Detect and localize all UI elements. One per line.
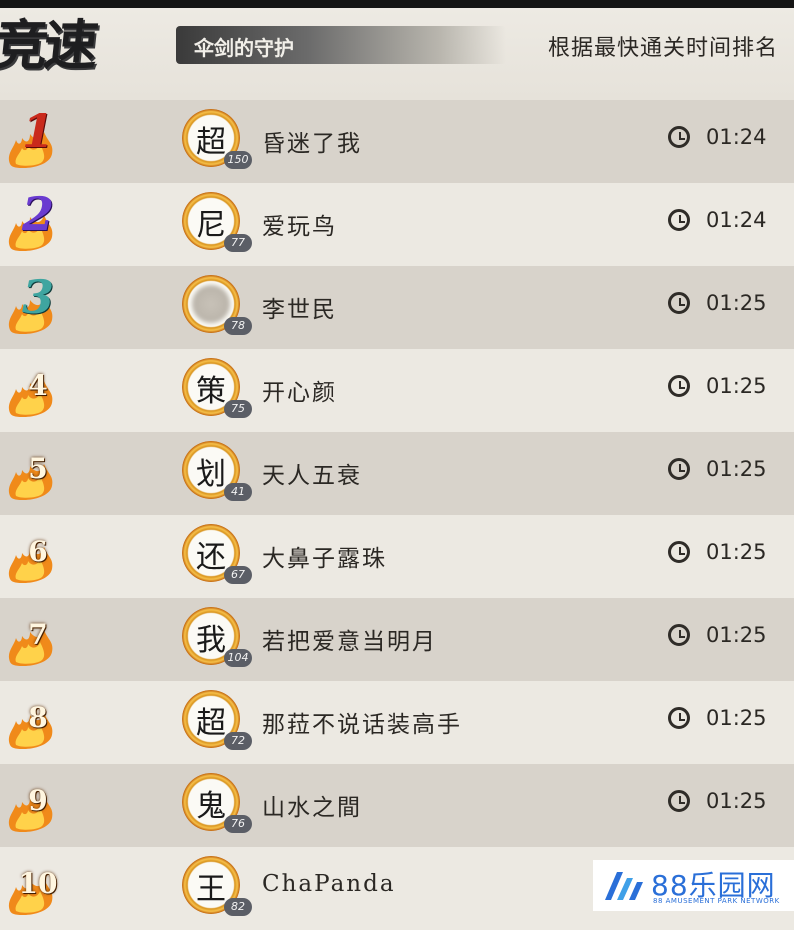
clock-icon bbox=[668, 458, 690, 480]
clear-time-value: 01:24 bbox=[706, 125, 767, 149]
site-watermark: 88乐园网 88 AMUSEMENT PARK NETWORK bbox=[593, 860, 794, 911]
clear-time: 01:24 bbox=[668, 125, 788, 156]
clock-icon bbox=[668, 624, 690, 646]
ranking-row[interactable]: 5 划 41 天人五衰 01:25 bbox=[0, 432, 794, 515]
clear-time: 01:25 bbox=[668, 457, 788, 488]
rank-number: 6 bbox=[28, 535, 48, 568]
clear-time-value: 01:24 bbox=[706, 208, 767, 232]
rank-number: 3 bbox=[21, 270, 54, 324]
level-badge: 72 bbox=[224, 732, 252, 750]
rank-number: 7 bbox=[28, 618, 48, 651]
ranking-row[interactable]: 6 还 67 大鼻子露珠 01:25 bbox=[0, 515, 794, 598]
level-badge: 67 bbox=[224, 566, 252, 584]
ranking-row[interactable]: 1 超 150 昏迷了我 01:24 bbox=[0, 100, 794, 183]
avatar[interactable]: 我 104 bbox=[182, 607, 252, 675]
ranking-row[interactable]: 9 鬼 76 山水之間 01:25 bbox=[0, 764, 794, 847]
level-badge: 77 bbox=[224, 234, 252, 252]
ranking-row[interactable]: 4 策 75 开心颜 01:25 bbox=[0, 349, 794, 432]
clear-time: 01:25 bbox=[668, 623, 788, 654]
avatar[interactable]: 78 bbox=[182, 275, 252, 343]
clear-time-value: 01:25 bbox=[706, 374, 767, 398]
avatar[interactable]: 尼 77 bbox=[182, 192, 252, 260]
level-badge: 150 bbox=[224, 151, 252, 169]
88-logo-icon bbox=[605, 872, 643, 900]
clear-time: 01:25 bbox=[668, 540, 788, 571]
clear-time: 01:25 bbox=[668, 291, 788, 322]
level-badge: 75 bbox=[224, 400, 252, 418]
dungeon-name-tab[interactable]: 伞剑的守护 bbox=[176, 26, 506, 64]
ranking-list: 1 超 150 昏迷了我 01:24 2 尼 77 爱玩鸟 01:24 3 78 李世民 01:25 4 策 7… bbox=[0, 100, 794, 930]
clear-time: 01:25 bbox=[668, 789, 788, 820]
top-edge-bar bbox=[0, 0, 794, 8]
clear-time-value: 01:25 bbox=[706, 789, 767, 813]
rank-number: 9 bbox=[28, 784, 48, 817]
level-badge: 104 bbox=[224, 649, 252, 667]
player-name: 天人五衰 bbox=[262, 463, 362, 489]
avatar[interactable]: 王 82 bbox=[182, 856, 252, 924]
rank-number: 10 bbox=[18, 867, 58, 900]
rank-number: 1 bbox=[21, 104, 54, 158]
rank-number: 8 bbox=[28, 701, 48, 734]
player-name: 昏迷了我 bbox=[262, 131, 362, 157]
clear-time-value: 01:25 bbox=[706, 457, 767, 481]
sort-description: 根据最快通关时间排名 bbox=[548, 36, 779, 61]
avatar[interactable]: 还 67 bbox=[182, 524, 252, 592]
clear-time-value: 01:25 bbox=[706, 540, 767, 564]
clock-icon bbox=[668, 209, 690, 231]
clock-icon bbox=[668, 126, 690, 148]
avatar-blurred-image bbox=[192, 285, 230, 323]
clear-time: 01:24 bbox=[668, 208, 788, 239]
clock-icon bbox=[668, 375, 690, 397]
avatar[interactable]: 划 41 bbox=[182, 441, 252, 509]
clear-time-value: 01:25 bbox=[706, 706, 767, 730]
player-name: ChaPanda bbox=[262, 871, 396, 897]
clear-time-value: 01:25 bbox=[706, 623, 767, 647]
clock-icon bbox=[668, 790, 690, 812]
level-badge: 76 bbox=[224, 815, 252, 833]
rank-number: 5 bbox=[28, 452, 48, 485]
player-name: 山水之間 bbox=[262, 795, 362, 821]
clock-icon bbox=[668, 541, 690, 563]
level-badge: 82 bbox=[224, 898, 252, 916]
leaderboard-header: 竞速 伞剑的守护 根据最快通关时间排名 bbox=[0, 8, 794, 100]
clock-icon bbox=[668, 707, 690, 729]
clear-time: 01:25 bbox=[668, 706, 788, 737]
watermark-tagline: 88 AMUSEMENT PARK NETWORK bbox=[653, 897, 780, 905]
player-name: 大鼻子露珠 bbox=[262, 546, 387, 572]
rank-number: 4 bbox=[28, 369, 48, 402]
avatar[interactable]: 超 72 bbox=[182, 690, 252, 758]
dungeon-name: 伞剑的守护 bbox=[194, 36, 294, 60]
leaderboard-title: 竞速 bbox=[0, 13, 98, 77]
rank-number: 2 bbox=[21, 187, 54, 241]
ranking-row[interactable]: 7 我 104 若把爱意当明月 01:25 bbox=[0, 598, 794, 681]
level-badge: 78 bbox=[224, 317, 252, 335]
avatar[interactable]: 超 150 bbox=[182, 109, 252, 177]
ranking-row[interactable]: 2 尼 77 爱玩鸟 01:24 bbox=[0, 183, 794, 266]
clear-time-value: 01:25 bbox=[706, 291, 767, 315]
ranking-row[interactable]: 3 78 李世民 01:25 bbox=[0, 266, 794, 349]
clock-icon bbox=[668, 292, 690, 314]
player-name: 李世民 bbox=[262, 297, 337, 323]
ranking-row[interactable]: 8 超 72 那菈不说话装高手 01:25 bbox=[0, 681, 794, 764]
level-badge: 41 bbox=[224, 483, 252, 501]
player-name: 开心颜 bbox=[262, 380, 337, 406]
player-name: 若把爱意当明月 bbox=[262, 629, 437, 655]
avatar[interactable]: 策 75 bbox=[182, 358, 252, 426]
avatar[interactable]: 鬼 76 bbox=[182, 773, 252, 841]
clear-time: 01:25 bbox=[668, 374, 788, 405]
player-name: 那菈不说话装高手 bbox=[262, 712, 462, 738]
player-name: 爱玩鸟 bbox=[262, 214, 337, 240]
